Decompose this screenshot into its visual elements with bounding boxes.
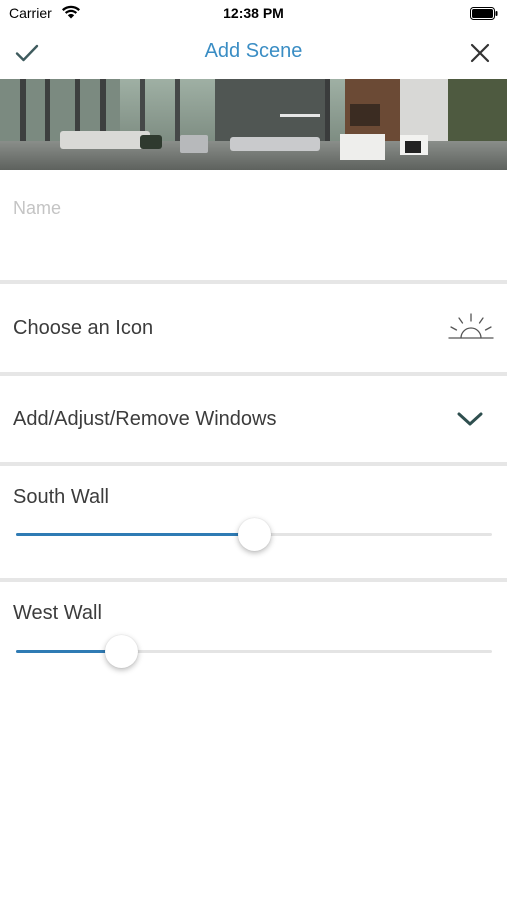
page-title: Add Scene <box>204 40 303 62</box>
divider <box>0 462 507 466</box>
west-wall-slider[interactable] <box>16 635 492 668</box>
scene-banner-image <box>0 79 507 170</box>
room-photo-icon <box>0 79 507 170</box>
name-field <box>0 180 507 278</box>
clock: 12:38 PM <box>223 5 284 21</box>
windows-row[interactable]: Add/Adjust/Remove Windows <box>0 376 507 462</box>
choose-icon-row[interactable]: Choose an Icon <box>0 284 507 372</box>
nav-bar: Add Scene <box>0 28 507 78</box>
south-wall-slider[interactable] <box>16 518 492 551</box>
chevron-down-icon[interactable] <box>457 411 483 427</box>
sunrise-icon <box>448 313 494 339</box>
west-wall-label: West Wall <box>13 602 102 624</box>
choose-icon-label: Choose an Icon <box>13 316 154 339</box>
close-icon <box>470 43 490 63</box>
battery-icon <box>470 7 498 20</box>
windows-label: Add/Adjust/Remove Windows <box>13 407 277 430</box>
slider-thumb[interactable] <box>238 518 271 551</box>
south-wall-label: South Wall <box>13 486 109 508</box>
slider-thumb[interactable] <box>104 635 138 668</box>
close-button[interactable] <box>463 38 497 68</box>
divider <box>0 578 507 582</box>
slider-fill <box>16 533 254 536</box>
status-bar: Carrier 12:38 PM <box>0 0 507 28</box>
name-input[interactable] <box>13 196 493 220</box>
